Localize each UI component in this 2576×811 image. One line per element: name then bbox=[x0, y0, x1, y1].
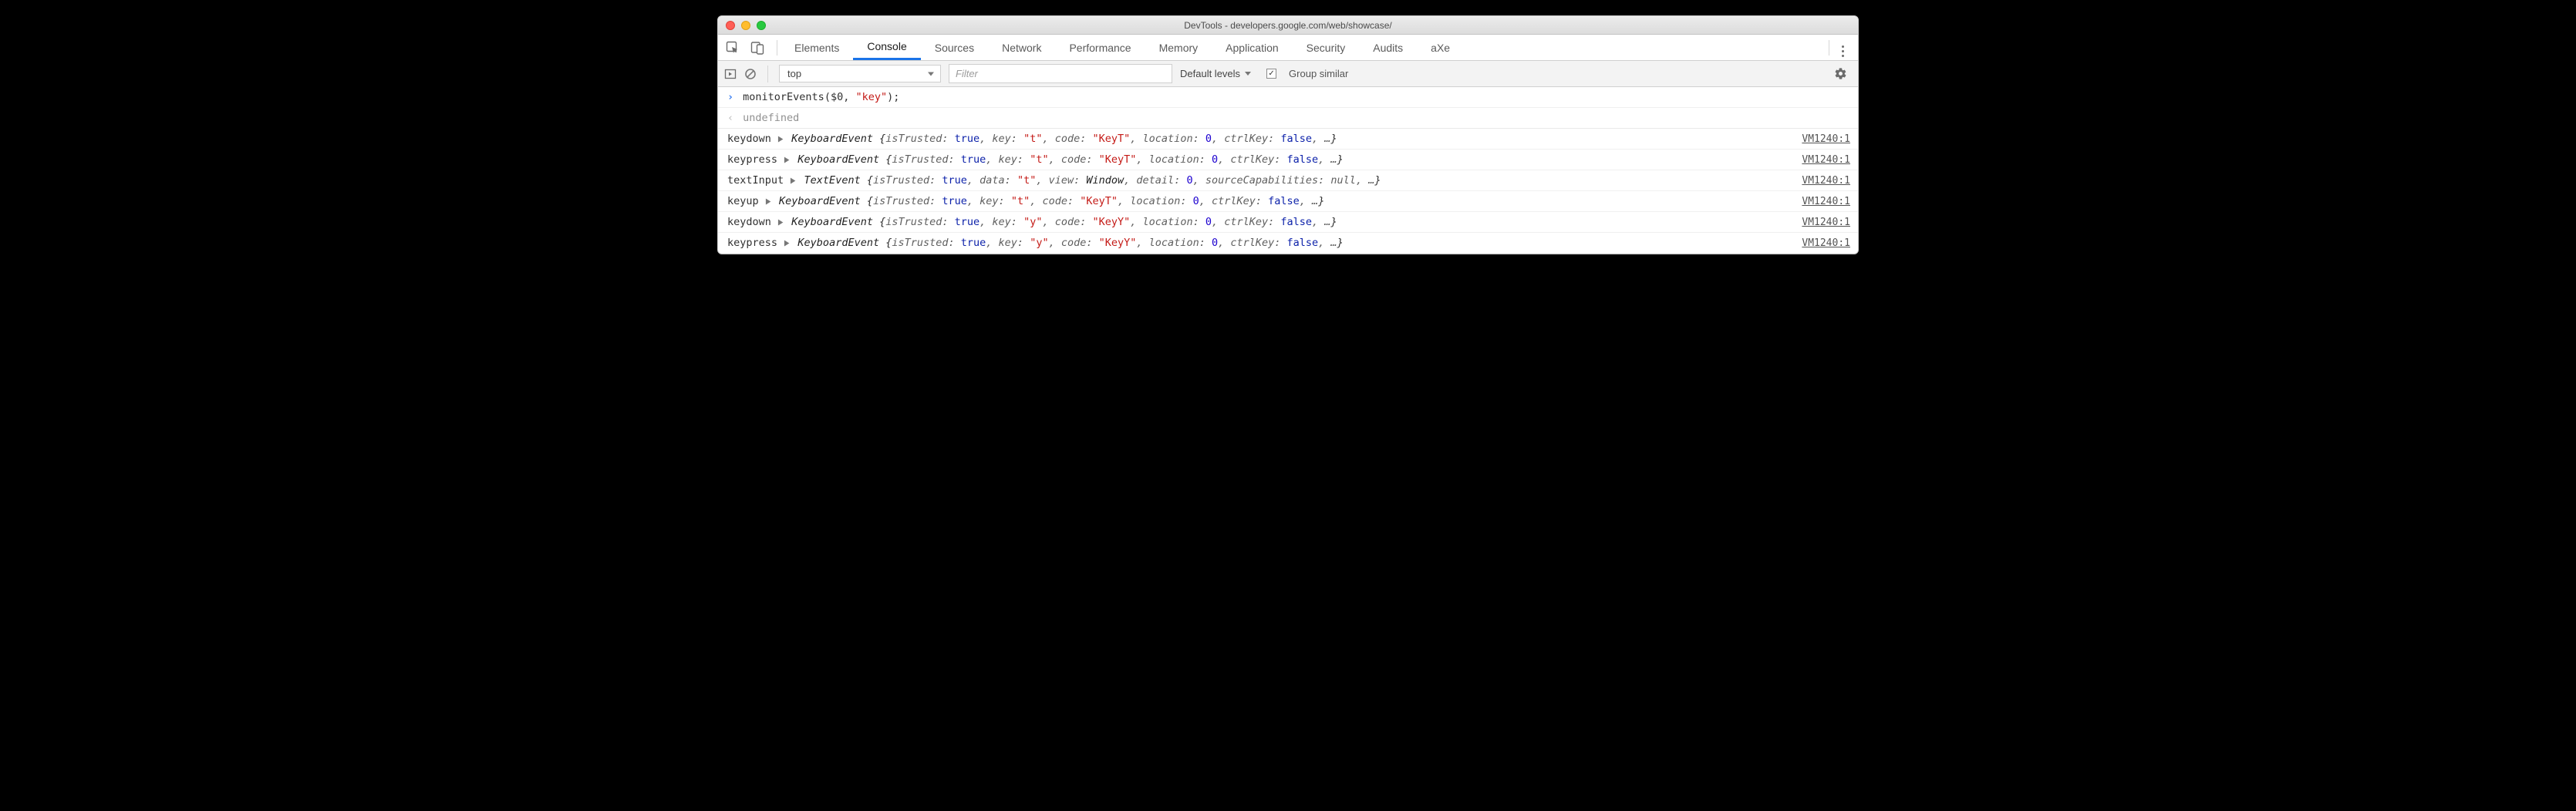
tab-memory[interactable]: Memory bbox=[1145, 35, 1212, 60]
close-window-button[interactable] bbox=[726, 21, 735, 30]
device-toolbar-icon[interactable] bbox=[750, 41, 764, 55]
settings-icon[interactable] bbox=[1834, 67, 1852, 80]
more-menu-button[interactable] bbox=[1833, 38, 1853, 57]
chevron-down-icon bbox=[1245, 72, 1251, 76]
toggle-drawer-icon[interactable] bbox=[724, 68, 737, 80]
expand-icon[interactable]: ▶ bbox=[766, 195, 771, 207]
expand-icon[interactable]: ▶ bbox=[791, 174, 796, 187]
panel-tabs: ElementsConsoleSourcesNetworkPerformance… bbox=[718, 35, 1858, 61]
tab-network[interactable]: Network bbox=[988, 35, 1055, 60]
tab-sources[interactable]: Sources bbox=[921, 35, 988, 60]
window-title: DevTools - developers.google.com/web/sho… bbox=[1184, 20, 1391, 31]
source-link[interactable]: VM1240:1 bbox=[1802, 217, 1850, 228]
console-log-row[interactable]: keypress ▶ KeyboardEvent {isTrusted: tru… bbox=[718, 150, 1858, 170]
console-toolbar: top Filter Default levels ✓ Group simila… bbox=[718, 61, 1858, 87]
expand-icon[interactable]: ▶ bbox=[784, 237, 790, 249]
expand-icon[interactable]: ▶ bbox=[784, 153, 790, 166]
console-output: › monitorEvents($0, "key"); ‹ undefined … bbox=[718, 87, 1858, 254]
filter-input[interactable]: Filter bbox=[949, 64, 1172, 83]
expand-icon[interactable]: ▶ bbox=[778, 133, 784, 145]
tab-audits[interactable]: Audits bbox=[1359, 35, 1417, 60]
source-link[interactable]: VM1240:1 bbox=[1802, 196, 1850, 207]
source-link[interactable]: VM1240:1 bbox=[1802, 154, 1850, 166]
source-link[interactable]: VM1240:1 bbox=[1802, 237, 1850, 249]
tab-axe[interactable]: aXe bbox=[1417, 35, 1464, 60]
tab-elements[interactable]: Elements bbox=[781, 35, 853, 60]
separator bbox=[767, 66, 768, 82]
group-similar-checkbox[interactable]: ✓ bbox=[1266, 69, 1276, 79]
console-log-row[interactable]: keydown ▶ KeyboardEvent {isTrusted: true… bbox=[718, 212, 1858, 233]
console-input-row[interactable]: › monitorEvents($0, "key"); bbox=[718, 87, 1858, 108]
tab-console[interactable]: Console bbox=[853, 35, 920, 60]
context-selector[interactable]: top bbox=[779, 65, 941, 82]
tab-security[interactable]: Security bbox=[1293, 35, 1360, 60]
tab-application[interactable]: Application bbox=[1212, 35, 1293, 60]
console-log-row[interactable]: keydown ▶ KeyboardEvent {isTrusted: true… bbox=[718, 129, 1858, 150]
devtools-window: DevTools - developers.google.com/web/sho… bbox=[717, 15, 1859, 254]
log-levels-label: Default levels bbox=[1180, 68, 1240, 79]
chevron-right-icon: › bbox=[727, 91, 733, 103]
log-levels-selector[interactable]: Default levels bbox=[1180, 68, 1251, 79]
group-similar-label: Group similar bbox=[1289, 68, 1348, 79]
console-log-row[interactable]: keyup ▶ KeyboardEvent {isTrusted: true, … bbox=[718, 191, 1858, 212]
console-result-row: ‹ undefined bbox=[718, 108, 1858, 129]
console-log-row[interactable]: textInput ▶ TextEvent {isTrusted: true, … bbox=[718, 170, 1858, 191]
source-link[interactable]: VM1240:1 bbox=[1802, 175, 1850, 187]
inspect-icon[interactable] bbox=[726, 41, 740, 55]
titlebar: DevTools - developers.google.com/web/sho… bbox=[718, 16, 1858, 35]
clear-console-icon[interactable] bbox=[744, 68, 757, 80]
tab-performance[interactable]: Performance bbox=[1055, 35, 1145, 60]
minimize-window-button[interactable] bbox=[741, 21, 750, 30]
chevron-left-icon: ‹ bbox=[727, 112, 733, 124]
console-log-row[interactable]: keypress ▶ KeyboardEvent {isTrusted: tru… bbox=[718, 233, 1858, 254]
zoom-window-button[interactable] bbox=[757, 21, 766, 30]
expand-icon[interactable]: ▶ bbox=[778, 216, 784, 228]
window-controls bbox=[718, 21, 766, 30]
source-link[interactable]: VM1240:1 bbox=[1802, 133, 1850, 145]
